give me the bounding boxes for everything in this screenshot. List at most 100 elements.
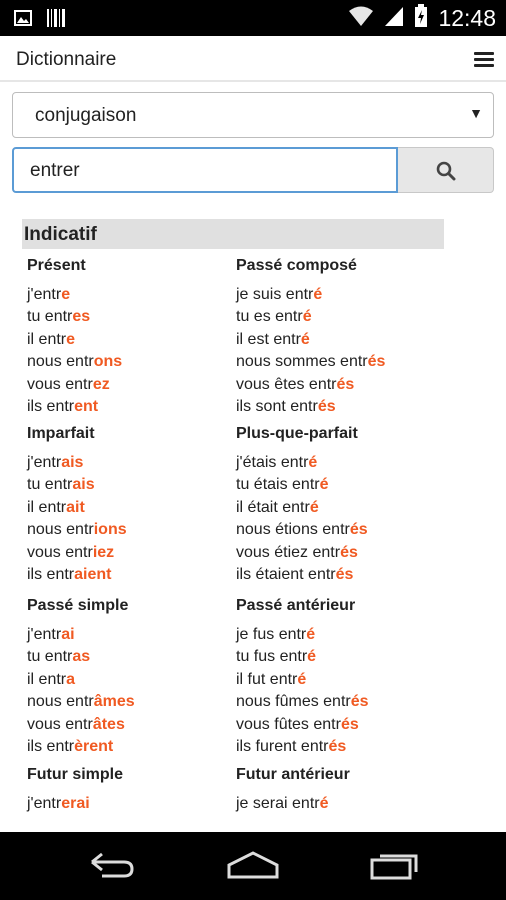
conjugation-form: vous entriez	[27, 542, 232, 564]
form-ending: èrent	[74, 737, 114, 755]
form-ending: âtes	[92, 715, 125, 733]
form-stem: tu es entr	[236, 308, 303, 326]
conjugation-form: il était entré	[236, 497, 441, 519]
tense-title: Imparfait	[27, 425, 95, 442]
conjugation-form: tu entras	[27, 646, 232, 668]
form-ending: es	[72, 308, 91, 326]
form-ending: és	[328, 737, 347, 755]
form-ending: é	[306, 626, 316, 643]
form-stem: je fus entr	[236, 626, 307, 643]
conjugation-form: tu fus entré	[236, 646, 441, 668]
conjugation-form: j'entrai	[27, 624, 232, 646]
tense-block: Passé composé je suis entré tu es entré il …	[236, 255, 441, 418]
form-stem: vous entr	[27, 543, 93, 561]
conjugation-form: je serai entré	[236, 793, 441, 815]
form-ending: e	[66, 330, 76, 348]
search-row: entrer	[12, 147, 494, 193]
form-ending: as	[72, 648, 91, 666]
mode-select-value: conjugaison	[35, 105, 137, 126]
conjugation-form: nous entrons	[27, 351, 232, 373]
image-icon	[14, 10, 32, 31]
form-ending: és	[367, 353, 386, 371]
menu-icon[interactable]	[474, 52, 494, 68]
search-input[interactable]: entrer	[12, 147, 398, 193]
form-ending: é	[297, 670, 307, 688]
form-stem: j'étais entr	[236, 454, 309, 471]
form-stem: tu entr	[27, 476, 73, 494]
conjugation-form: il entra	[27, 669, 232, 691]
mood-title: Indicatif	[24, 224, 97, 245]
form-ending: a	[66, 670, 76, 688]
conjugation-form: il entrait	[27, 497, 232, 519]
form-stem: nous entr	[27, 521, 94, 539]
app-title: Dictionnaire	[16, 49, 117, 70]
conjugation-form: tu étais entré	[236, 474, 441, 496]
form-stem: tu fus entr	[236, 648, 308, 666]
form-stem: vous entr	[27, 715, 93, 733]
mode-select[interactable]: conjugaison ▼	[12, 92, 494, 138]
back-icon[interactable]	[88, 850, 136, 885]
form-stem: nous entr	[27, 693, 94, 711]
conjugation-form: vous étiez entrés	[236, 542, 441, 564]
form-stem: il entr	[27, 498, 67, 516]
conjugation-form: j'entrais	[27, 452, 232, 474]
tense-title: Futur antérieur	[236, 766, 350, 783]
form-ending: é	[319, 795, 329, 812]
tense-block: Plus-que-parfait j'étais entré tu étais en…	[236, 423, 441, 586]
conjugation-form: ils entraient	[27, 564, 232, 586]
form-stem: j'entr	[27, 626, 62, 643]
form-ending: é	[302, 308, 312, 326]
conjugation-form: il entre	[27, 329, 232, 351]
tense-block: Présent j'entre tu entres il entre nous entr…	[27, 255, 232, 418]
search-button[interactable]	[398, 147, 494, 193]
form-ending: ais	[61, 454, 84, 471]
conjugation-form: vous fûtes entrés	[236, 714, 441, 736]
conjugation-form: nous entrions	[27, 519, 232, 541]
form-stem: tu entr	[27, 648, 73, 666]
form-ending: és	[335, 565, 354, 583]
home-icon[interactable]	[226, 850, 280, 885]
tense-block: Futur simple j'entrerai	[27, 764, 232, 815]
conjugation-form: vous entrez	[27, 374, 232, 396]
app-bar: Dictionnaire	[0, 36, 506, 82]
tense-title: Passé antérieur	[236, 597, 356, 614]
form-ending: iez	[92, 543, 115, 561]
form-ending: erai	[61, 795, 90, 812]
form-ending: âmes	[93, 693, 135, 711]
signal-icon	[384, 5, 404, 32]
form-stem: ils entr	[27, 397, 75, 415]
form-ending: é	[309, 498, 319, 516]
form-stem: vous étiez entr	[236, 543, 341, 561]
mood-header: Indicatif	[22, 219, 444, 249]
form-stem: je suis entr	[236, 286, 314, 303]
wifi-icon	[348, 5, 374, 32]
form-ending: és	[340, 543, 358, 561]
tense-block: Imparfait j'entrais tu entrais il entrait no…	[27, 423, 232, 586]
conjugation-form: j'entre	[27, 284, 232, 306]
form-stem: nous entr	[27, 353, 94, 371]
form-ending: e	[61, 286, 71, 303]
form-stem: il entr	[27, 670, 67, 688]
form-ending: és	[317, 397, 336, 415]
conjugation-form: nous sommes entrés	[236, 351, 441, 373]
form-ending: ait	[66, 498, 85, 516]
recents-icon[interactable]	[370, 850, 420, 885]
form-ending: ent	[74, 397, 99, 415]
conjugation-form: nous entrâmes	[27, 691, 232, 713]
form-ending: é	[300, 330, 310, 348]
form-stem: ils entr	[27, 565, 75, 583]
form-ending: és	[336, 375, 355, 393]
tense-block: Futur antérieur je serai entré	[236, 764, 441, 815]
conjugation-form: ils entrent	[27, 396, 232, 418]
form-ending: é	[307, 648, 317, 666]
form-stem: il fut entr	[236, 670, 298, 688]
form-stem: ils furent entr	[236, 737, 329, 755]
conjugation-form: j'étais entré	[236, 452, 441, 474]
form-stem: vous fûtes entr	[236, 715, 341, 733]
search-icon	[436, 161, 456, 181]
form-stem: j'entr	[27, 454, 62, 471]
search-input-value: entrer	[30, 160, 80, 181]
conjugation-form: il fut entré	[236, 669, 441, 691]
battery-charging-icon	[414, 4, 428, 33]
form-ending: ions	[93, 521, 127, 539]
